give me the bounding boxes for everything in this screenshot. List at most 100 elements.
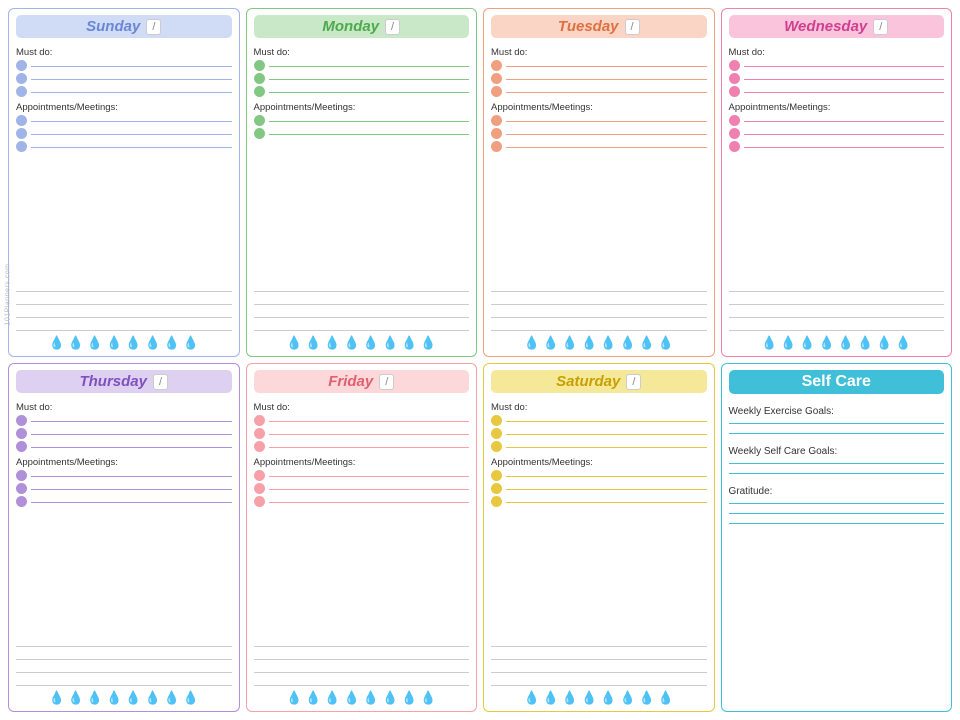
sunday-appt-2[interactable] — [16, 128, 232, 139]
drop-icon[interactable]: 💧 — [164, 335, 180, 351]
wednesday-mustdo-2[interactable] — [729, 73, 945, 84]
thursday-mustdo-2[interactable] — [16, 428, 232, 439]
drop-icon[interactable]: 💧 — [761, 335, 777, 351]
sc-line-2[interactable] — [729, 433, 945, 434]
thursday-mustdo-3[interactable] — [16, 441, 232, 452]
drop-icon[interactable]: 💧 — [286, 335, 302, 351]
drop-icon[interactable]: 💧 — [324, 690, 340, 706]
drop-icon[interactable]: 💧 — [125, 690, 141, 706]
drop-icon[interactable]: 💧 — [658, 335, 674, 351]
saturday-mustdo-3[interactable] — [491, 441, 707, 452]
tuesday-appt-2[interactable] — [491, 128, 707, 139]
drop-icon[interactable]: 💧 — [619, 690, 635, 706]
drop-icon[interactable]: 💧 — [819, 335, 835, 351]
drop-icon[interactable]: 💧 — [87, 335, 103, 351]
drop-icon[interactable]: 💧 — [401, 335, 417, 351]
drop-icon[interactable]: 💧 — [106, 335, 122, 351]
drop-icon[interactable]: 💧 — [344, 335, 360, 351]
drop-icon[interactable]: 💧 — [382, 690, 398, 706]
sunday-date[interactable]: / — [146, 19, 161, 35]
monday-mustdo-3[interactable] — [254, 86, 470, 97]
drop-icon[interactable]: 💧 — [857, 335, 873, 351]
sunday-mustdo-1[interactable] — [16, 60, 232, 71]
drop-icon[interactable]: 💧 — [562, 335, 578, 351]
wednesday-appt-1[interactable] — [729, 115, 945, 126]
wednesday-mustdo-1[interactable] — [729, 60, 945, 71]
drop-icon[interactable]: 💧 — [324, 335, 340, 351]
sunday-mustdo-2[interactable] — [16, 73, 232, 84]
drop-icon[interactable]: 💧 — [619, 335, 635, 351]
drop-icon[interactable]: 💧 — [420, 335, 436, 351]
sc-line-1[interactable] — [729, 423, 945, 424]
drop-icon[interactable]: 💧 — [344, 690, 360, 706]
saturday-mustdo-2[interactable] — [491, 428, 707, 439]
drop-icon[interactable]: 💧 — [524, 690, 540, 706]
friday-appt-1[interactable] — [254, 470, 470, 481]
drop-icon[interactable]: 💧 — [876, 335, 892, 351]
sunday-appt-3[interactable] — [16, 141, 232, 152]
drop-icon[interactable]: 💧 — [780, 335, 796, 351]
monday-mustdo-2[interactable] — [254, 73, 470, 84]
drop-icon[interactable]: 💧 — [524, 335, 540, 351]
drop-icon[interactable]: 💧 — [68, 690, 84, 706]
drop-icon[interactable]: 💧 — [106, 690, 122, 706]
sc-line-7[interactable] — [729, 523, 945, 524]
drop-icon[interactable]: 💧 — [49, 335, 65, 351]
friday-appt-2[interactable] — [254, 483, 470, 494]
drop-icon[interactable]: 💧 — [543, 690, 559, 706]
drop-icon[interactable]: 💧 — [363, 335, 379, 351]
drop-icon[interactable]: 💧 — [581, 335, 597, 351]
wednesday-mustdo-3[interactable] — [729, 86, 945, 97]
saturday-appt-2[interactable] — [491, 483, 707, 494]
wednesday-appt-3[interactable] — [729, 141, 945, 152]
friday-mustdo-2[interactable] — [254, 428, 470, 439]
drop-icon[interactable]: 💧 — [87, 690, 103, 706]
drop-icon[interactable]: 💧 — [382, 335, 398, 351]
drop-icon[interactable]: 💧 — [286, 690, 302, 706]
tuesday-appt-1[interactable] — [491, 115, 707, 126]
drop-icon[interactable]: 💧 — [144, 335, 160, 351]
wednesday-appt-2[interactable] — [729, 128, 945, 139]
saturday-appt-1[interactable] — [491, 470, 707, 481]
drop-icon[interactable]: 💧 — [183, 690, 199, 706]
thursday-appt-3[interactable] — [16, 496, 232, 507]
sunday-mustdo-3[interactable] — [16, 86, 232, 97]
drop-icon[interactable]: 💧 — [68, 335, 84, 351]
thursday-appt-1[interactable] — [16, 470, 232, 481]
sunday-appt-1[interactable] — [16, 115, 232, 126]
drop-icon[interactable]: 💧 — [144, 690, 160, 706]
drop-icon[interactable]: 💧 — [305, 690, 321, 706]
saturday-mustdo-1[interactable] — [491, 415, 707, 426]
tuesday-date[interactable]: / — [625, 19, 640, 35]
sc-line-5[interactable] — [729, 503, 945, 504]
sc-line-3[interactable] — [729, 463, 945, 464]
drop-icon[interactable]: 💧 — [639, 335, 655, 351]
saturday-appt-3[interactable] — [491, 496, 707, 507]
drop-icon[interactable]: 💧 — [639, 690, 655, 706]
drop-icon[interactable]: 💧 — [305, 335, 321, 351]
drop-icon[interactable]: 💧 — [164, 690, 180, 706]
friday-date[interactable]: / — [379, 374, 394, 390]
drop-icon[interactable]: 💧 — [49, 690, 65, 706]
drop-icon[interactable]: 💧 — [895, 335, 911, 351]
drop-icon[interactable]: 💧 — [543, 335, 559, 351]
drop-icon[interactable]: 💧 — [363, 690, 379, 706]
saturday-date[interactable]: / — [626, 374, 641, 390]
drop-icon[interactable]: 💧 — [125, 335, 141, 351]
sc-line-6[interactable] — [729, 513, 945, 514]
monday-appt-1[interactable] — [254, 115, 470, 126]
tuesday-appt-3[interactable] — [491, 141, 707, 152]
thursday-mustdo-1[interactable] — [16, 415, 232, 426]
drop-icon[interactable]: 💧 — [658, 690, 674, 706]
drop-icon[interactable]: 💧 — [600, 335, 616, 351]
drop-icon[interactable]: 💧 — [600, 690, 616, 706]
friday-appt-3[interactable] — [254, 496, 470, 507]
drop-icon[interactable]: 💧 — [562, 690, 578, 706]
friday-mustdo-3[interactable] — [254, 441, 470, 452]
drop-icon[interactable]: 💧 — [183, 335, 199, 351]
wednesday-date[interactable]: / — [873, 19, 888, 35]
monday-mustdo-1[interactable] — [254, 60, 470, 71]
tuesday-mustdo-2[interactable] — [491, 73, 707, 84]
thursday-date[interactable]: / — [153, 374, 168, 390]
friday-mustdo-1[interactable] — [254, 415, 470, 426]
